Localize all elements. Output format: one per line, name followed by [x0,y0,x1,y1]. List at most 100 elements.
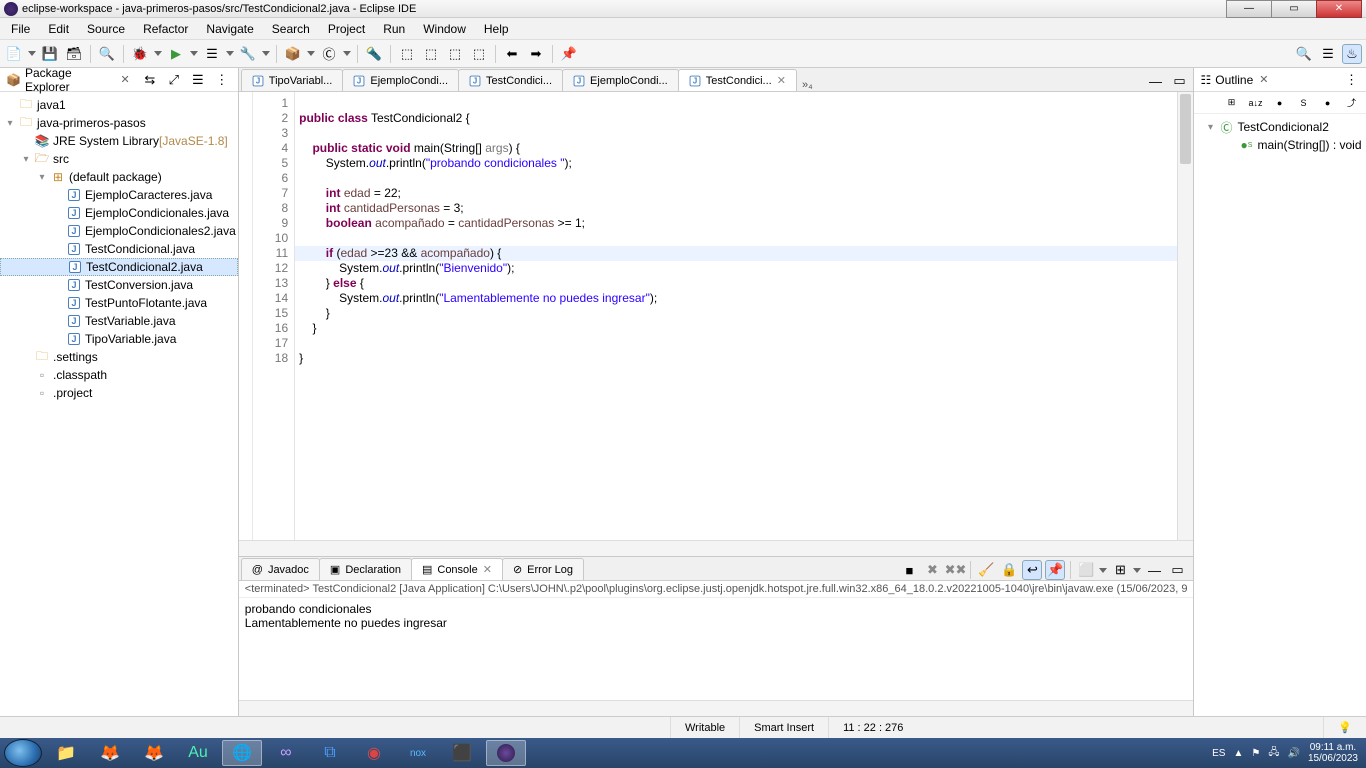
hide-fields-button[interactable]: ● [1270,93,1290,113]
tree-node[interactable]: JTestCondicional2.java [0,258,238,276]
quick-access-button[interactable]: 🔍 [1294,44,1314,64]
taskbar-firefox-dev[interactable]: 🦊 [134,740,174,766]
tray-time[interactable]: 09:11 a.m. [1308,742,1358,753]
tree-node[interactable]: JTestCondicional.java [0,240,238,258]
taskbar-chrome[interactable]: 🌐 [222,740,262,766]
tree-node[interactable]: JTestPuntoFlotante.java [0,294,238,312]
new-package-button[interactable]: 📦 [283,44,303,64]
menu-window[interactable]: Window [414,20,475,38]
scroll-lock-button[interactable]: 🔒 [999,560,1019,580]
menu-edit[interactable]: Edit [39,20,78,38]
java-perspective-button[interactable]: ♨ [1342,44,1362,64]
editor-tab[interactable]: JEjemploCondi... [342,69,459,91]
taskbar-nox[interactable]: nox [398,740,438,766]
dropdown-icon[interactable] [28,51,36,56]
tree-node[interactable]: ▾🗁src [0,150,238,168]
toggle-button[interactable]: ⬚ [445,44,465,64]
dropdown-icon[interactable] [226,51,234,56]
clear-console-button[interactable]: 🧹 [976,560,996,580]
hide-local-button[interactable]: ⤴ [1342,93,1362,113]
close-tab-button[interactable]: ✕ [483,563,492,576]
maximize-editor-button[interactable]: ▭ [1169,71,1189,91]
tray-expand-icon[interactable]: ▲ [1233,748,1243,759]
link-editor-button[interactable]: ⤢ [164,70,184,90]
horizontal-scrollbar[interactable] [239,540,1194,556]
taskbar-audition[interactable]: Au [178,740,218,766]
maximize-view-button[interactable]: ▭ [1167,560,1187,580]
maximize-button[interactable]: ▭ [1271,0,1317,18]
start-button[interactable] [4,739,42,767]
tree-node[interactable]: ▫.classpath [0,366,238,384]
minimize-editor-button[interactable]: — [1145,71,1165,91]
editor-tab[interactable]: JTestCondici... [458,69,563,91]
editor-area[interactable]: 123456789101112131415161718 public class… [239,92,1194,540]
tree-node[interactable]: JEjemploCondicionales2.java [0,222,238,240]
editor-tab[interactable]: JTipoVariabl... [241,69,344,91]
tree-node[interactable]: JEjemploCondicionales.java [0,204,238,222]
bottom-tab-error-log[interactable]: ⊘Error Log [502,558,584,580]
tree-node[interactable]: JEjemploCaracteres.java [0,186,238,204]
outline-class-node[interactable]: ▾ Ⓒ TestCondicional2 [1198,118,1363,136]
tray-date[interactable]: 15/06/2023 [1308,753,1358,764]
dropdown-icon[interactable] [343,51,351,56]
minimize-button[interactable]: — [1226,0,1272,18]
menu-navigate[interactable]: Navigate [197,20,262,38]
run-button[interactable]: ▶ [166,44,186,64]
tree-node[interactable]: ▾🗀java-primeros-pasos [0,114,238,132]
tree-node[interactable]: 🗀java1 [0,96,238,114]
tray-network-icon[interactable]: 🖧 [1268,745,1279,762]
dropdown-icon[interactable] [154,51,162,56]
tray-volume-icon[interactable]: 🔊 [1287,748,1299,759]
dropdown-icon[interactable] [1099,568,1107,573]
outline-tree[interactable]: ▾ Ⓒ TestCondicional2 ●S main(String[]) :… [1194,114,1366,158]
tree-node[interactable]: 🗀.settings [0,348,238,366]
outline-method-node[interactable]: ●S main(String[]) : void [1198,136,1363,154]
menu-file[interactable]: File [2,20,39,38]
nav-forward-button[interactable]: ➡ [526,44,546,64]
save-all-button[interactable]: 🗃 [64,44,84,64]
console-output[interactable]: probando condicionales Lamentablemente n… [239,598,1194,700]
menu-refactor[interactable]: Refactor [134,20,197,38]
tree-node[interactable]: 📚JRE System Library [JavaSE-1.8] [0,132,238,150]
debug-button[interactable]: 🐞 [130,44,150,64]
taskbar-terminal[interactable]: ⬛ [442,740,482,766]
new-class-button[interactable]: Ⓒ [319,44,339,64]
sort-button[interactable]: a↓z [1246,93,1266,113]
hide-static-button[interactable]: S [1294,93,1314,113]
close-button[interactable]: ✕ [1316,0,1362,18]
menu-source[interactable]: Source [78,20,134,38]
code-editor[interactable]: public class TestCondicional2 { public s… [295,92,1177,540]
tree-node[interactable]: JTestVariable.java [0,312,238,330]
tree-node[interactable]: ▫.project [0,384,238,402]
dropdown-icon[interactable] [262,51,270,56]
bottom-tab-declaration[interactable]: ▣Declaration [319,558,412,580]
word-wrap-button[interactable]: ↩ [1022,560,1042,580]
tree-node[interactable]: JTipoVariable.java [0,330,238,348]
taskbar-vs[interactable]: ∞ [266,740,306,766]
coverage-button[interactable]: ☰ [202,44,222,64]
open-type-button[interactable]: 🔍 [97,44,117,64]
tree-node[interactable]: JTestConversion.java [0,276,238,294]
menu-project[interactable]: Project [319,20,374,38]
remove-all-button[interactable]: ✖✖ [945,560,965,580]
toggle-button[interactable]: ⬚ [469,44,489,64]
editor-tab[interactable]: JEjemploCondi... [562,69,679,91]
menu-help[interactable]: Help [475,20,518,38]
pin-console-button[interactable]: 📌 [1045,560,1065,580]
bottom-tab-console[interactable]: ▤Console✕ [411,558,503,580]
view-menu-button[interactable]: ⋮ [212,70,232,90]
collapse-all-button[interactable]: ⇆ [140,70,160,90]
taskbar-app[interactable]: ◉ [354,740,394,766]
overflow-tabs-button[interactable]: »₄ [796,79,819,91]
vertical-scrollbar[interactable] [1177,92,1193,540]
hide-nonpublic-button[interactable]: ● [1318,93,1338,113]
pin-button[interactable]: 📌 [559,44,579,64]
close-view-button[interactable]: ✕ [1257,73,1270,86]
save-button[interactable]: 💾 [40,44,60,64]
view-menu-button[interactable]: ⋮ [1342,70,1362,90]
taskbar-eclipse[interactable] [486,740,526,766]
focus-button[interactable]: ⊞ [1222,93,1242,113]
tray-action-center-icon[interactable]: ⚑ [1251,748,1260,759]
taskbar-firefox[interactable]: 🦊 [90,740,130,766]
dropdown-icon[interactable] [1133,568,1141,573]
